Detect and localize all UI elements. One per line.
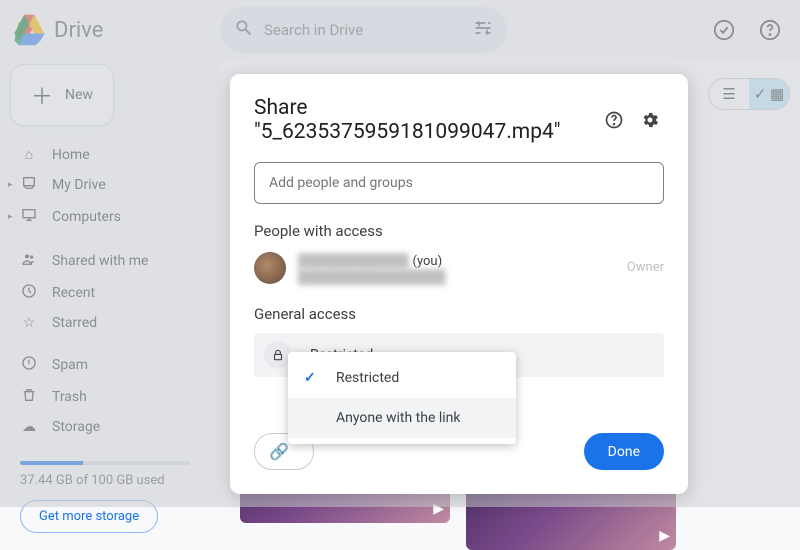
help-icon[interactable] bbox=[600, 106, 628, 134]
access-dropdown-menu: ✓ Restricted Anyone with the link bbox=[288, 352, 516, 444]
add-people-input[interactable] bbox=[254, 162, 664, 204]
done-button[interactable]: Done bbox=[584, 433, 664, 470]
person-row: ████████████ (you) ████████████████ Owne… bbox=[254, 250, 664, 285]
check-icon: ✓ bbox=[304, 370, 322, 386]
avatar bbox=[254, 252, 286, 284]
person-name: ████████████ bbox=[298, 254, 409, 269]
general-access-heading: General access bbox=[254, 305, 664, 323]
people-access-heading: People with access bbox=[254, 222, 664, 240]
settings-icon[interactable] bbox=[636, 106, 664, 134]
person-role: Owner bbox=[627, 260, 664, 275]
dropdown-option-anyone[interactable]: Anyone with the link bbox=[288, 398, 516, 438]
person-email: ████████████████ bbox=[298, 269, 615, 285]
dialog-title: Share "5_6235375959181099047.mp4" bbox=[254, 96, 592, 144]
dropdown-option-restricted[interactable]: ✓ Restricted bbox=[288, 358, 516, 398]
play-icon: ▶ bbox=[659, 528, 670, 544]
link-icon: 🔗 bbox=[269, 442, 289, 461]
